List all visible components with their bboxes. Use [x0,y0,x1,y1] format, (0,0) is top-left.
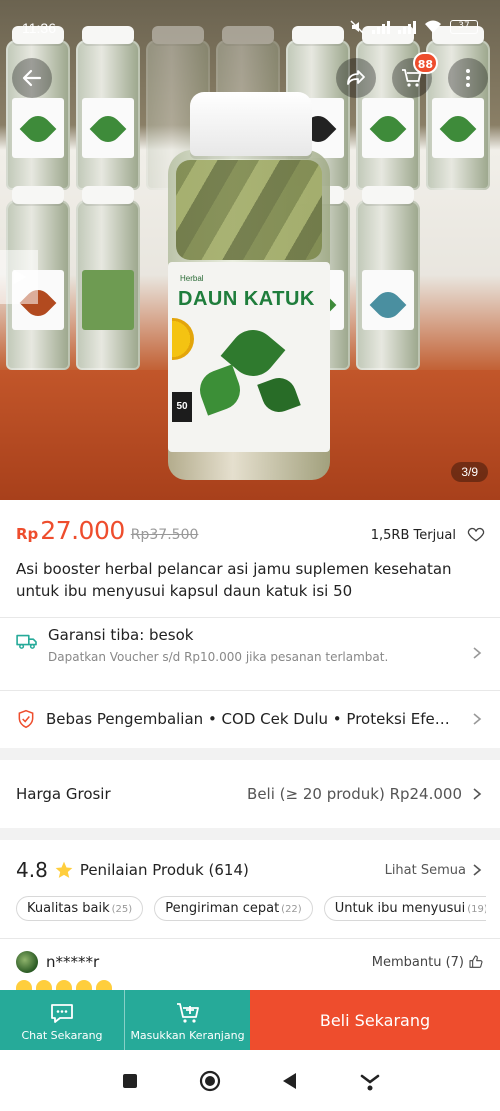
system-navigation-bar [0,1050,500,1111]
home-icon[interactable] [198,1069,222,1093]
reviewer-name: n*****r [46,953,100,971]
chat-now-button[interactable]: Chat Sekarang [0,990,124,1050]
add-to-cart-label: Masukkan Keranjang [130,1028,245,1042]
play-icon [13,269,27,285]
add-to-cart-button[interactable]: Masukkan Keranjang [124,990,250,1050]
guarantees-row[interactable]: Bebas Pengembalian • COD Cek Dulu • Prot… [0,700,500,738]
bottom-action-bar: Chat Sekarang Masukkan Keranjang Beli Se… [0,990,500,1050]
avatar [16,951,38,973]
helpful-button[interactable]: Membantu (7) [372,955,464,970]
chat-now-label: Chat Sekarang [21,1028,103,1042]
review-tag-chip[interactable]: Untuk ibu menyusui (19) [323,896,486,921]
status-time: 11:36 [22,20,56,36]
thumbs-up-icon[interactable] [468,954,484,970]
divider [0,938,500,939]
wholesale-price-row[interactable]: Harga Grosir Beli (≥ 20 produk) Rp24.000 [0,772,500,816]
section-separator [0,828,500,840]
truck-icon [16,634,37,649]
capsules [176,160,322,260]
arrow-left-icon [22,69,42,87]
divider [0,690,500,691]
product-title: Asi booster herbal pelancar asi jamu sup… [16,560,452,600]
recent-apps-icon[interactable] [118,1069,142,1093]
review-tag-chip[interactable]: Pengiriman cepat (22) [154,896,313,921]
label-title: DAUN KATUK [178,288,315,310]
cart-count-badge: 88 [412,52,438,74]
shield-icon [18,709,34,729]
chevron-right-icon [473,788,482,800]
section-separator [0,748,500,760]
buy-now-button[interactable]: Beli Sekarang [250,990,500,1050]
back-button[interactable] [12,58,52,98]
assistant-icon[interactable] [358,1069,382,1093]
sold-count: 1,5RB Terjual [370,528,456,543]
see-all-reviews-link[interactable]: Lihat Semua [385,863,466,878]
divider [0,617,500,618]
price-row: Rp 27.000 Rp37.500 1,5RB Terjual [16,516,486,552]
price-currency: Rp [16,525,39,543]
chevron-right-icon [473,713,482,725]
shipping-label: Garansi tiba: besok [48,626,194,644]
current-price: 27.000 [40,516,125,545]
mute-icon [350,20,364,34]
chevron-right-icon [473,647,482,659]
review-tags: Kualitas baik (25) Pengiriman cepat (22) U… [16,896,486,921]
battery-icon: 37 [450,20,478,34]
wholesale-value: Beli (≥ 20 produk) Rp24.000 [247,785,462,803]
chat-icon [51,1003,73,1023]
heart-icon[interactable] [466,524,486,544]
more-options-button[interactable] [448,58,488,98]
rating-header: 4.8 Penilaian Produk (614) Lihat Semua [0,852,500,888]
guarantees-text: Bebas Pengembalian • COD Cek Dulu • Prot… [46,710,450,728]
status-bar: 11:36 37 [0,0,500,58]
shipping-subtext: Dapatkan Voucher s/d Rp10.000 jika pesan… [48,650,389,664]
add-to-cart-icon [176,1002,199,1023]
shipping-guarantee-row[interactable]: Garansi tiba: besok Dapatkan Voucher s/d… [0,626,500,682]
original-price: Rp37.500 [130,527,199,543]
image-counter: 3/9 [451,462,488,482]
star-icon [55,861,73,878]
share-icon [347,70,365,85]
video-play-button[interactable] [0,250,38,304]
more-vertical-icon [466,69,470,87]
bottle-cap [190,92,312,156]
wholesale-label: Harga Grosir [16,785,111,803]
signal-icon [372,20,390,34]
review-item-header: n*****r Membantu (7) [0,948,500,976]
signal-icon [398,20,416,34]
cart-button[interactable]: 88 [392,52,438,98]
wifi-icon [425,20,441,33]
rating-score: 4.8 [16,858,48,882]
share-button[interactable] [336,58,376,98]
reviews-title: Penilaian Produk (614) [79,861,249,879]
chevron-right-icon [473,864,482,876]
review-stars [16,980,112,990]
review-tag-chip[interactable]: Kualitas baik (25) [16,896,144,921]
back-triangle-icon[interactable] [278,1069,302,1093]
label-brand: Herbal [180,274,204,283]
label-count: 50 [172,392,192,422]
